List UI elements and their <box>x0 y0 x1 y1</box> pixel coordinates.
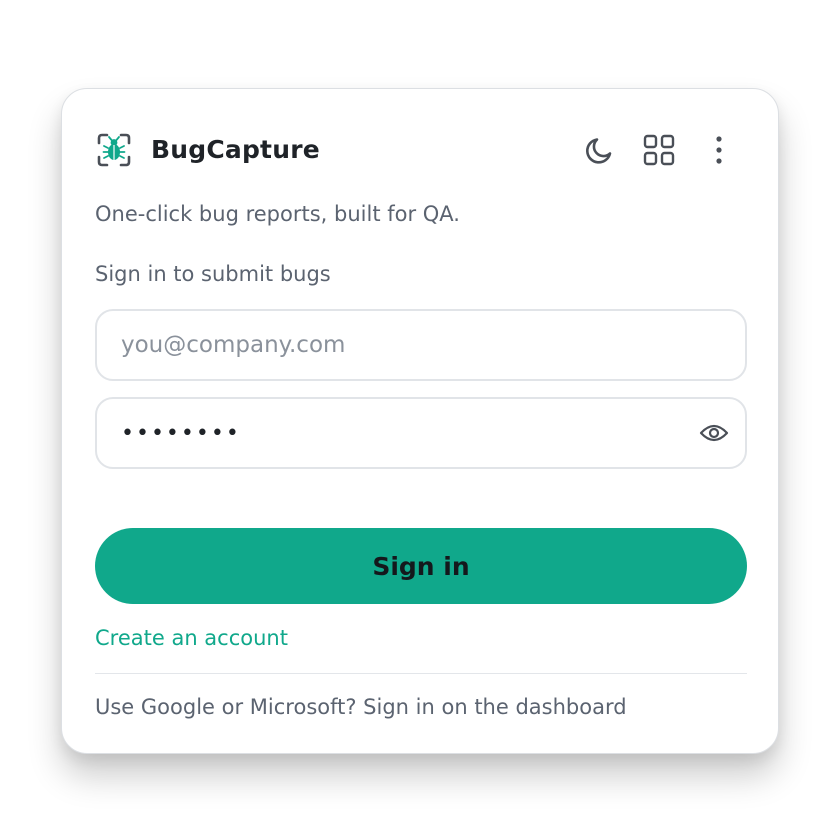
grid-icon <box>643 134 675 166</box>
more-button[interactable] <box>699 129 739 171</box>
login-popup-card: BugCapture One-click bug reports, built … <box>61 88 779 754</box>
eye-icon <box>699 424 729 442</box>
show-password-button[interactable] <box>697 416 731 450</box>
popup-header: BugCapture <box>95 129 747 171</box>
sign-in-button[interactable]: Sign in <box>95 528 747 604</box>
create-account-link[interactable]: Create an account <box>95 626 288 650</box>
email-field[interactable] <box>121 311 721 379</box>
app-title: BugCapture <box>151 135 320 164</box>
email-field-container <box>95 309 747 381</box>
moon-icon <box>586 138 612 164</box>
app-tagline: One-click bug reports, built for QA. <box>95 202 460 226</box>
sign-in-section-label: Sign in to submit bugs <box>95 262 331 286</box>
stage: BugCapture One-click bug reports, built … <box>0 0 840 840</box>
password-field[interactable] <box>121 399 661 467</box>
apps-button[interactable] <box>639 129 679 171</box>
bug-capture-logo-icon <box>95 131 133 169</box>
password-field-container <box>95 397 747 469</box>
divider <box>95 673 747 674</box>
theme-toggle-button[interactable] <box>580 129 620 171</box>
more-vertical-icon <box>716 136 722 164</box>
sso-note: Use Google or Microsoft? Sign in on the … <box>95 695 627 719</box>
